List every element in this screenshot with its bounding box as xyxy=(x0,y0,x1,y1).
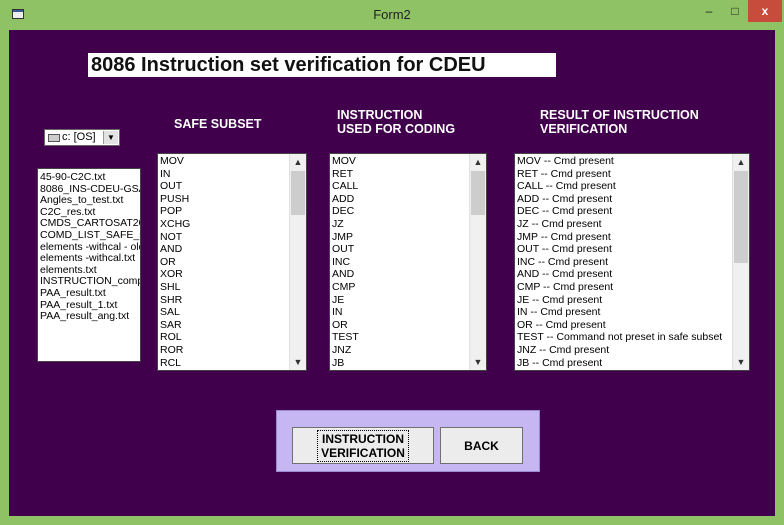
list-item[interactable]: SAR xyxy=(160,319,306,332)
list-item[interactable]: JZ -- Cmd present xyxy=(517,218,749,231)
list-item[interactable]: SHL xyxy=(160,281,306,294)
title-bar: Form2 – □ x xyxy=(0,0,784,30)
list-item[interactable]: OR -- Cmd present xyxy=(517,319,749,332)
scroll-up-icon[interactable]: ▲ xyxy=(290,154,306,170)
list-item[interactable]: NOT xyxy=(160,231,306,244)
list-item[interactable]: DEC -- Cmd present xyxy=(517,205,749,218)
list-item[interactable]: CALL xyxy=(332,180,486,193)
verification-result-list[interactable]: MOV -- Cmd present RET -- Cmd present CALL… xyxy=(514,153,750,371)
instruction-verification-button[interactable]: INSTRUCTION VERIFICATION xyxy=(292,427,434,464)
list-item[interactable]: TEST xyxy=(332,331,486,344)
file-list-box[interactable]: 45-90-C2C.txt 8086_INS-CDEU-GSA Angles_to_… xyxy=(37,168,141,362)
scroll-thumb[interactable] xyxy=(471,171,485,215)
scrollbar[interactable]: ▲ ▼ xyxy=(469,154,486,370)
list-item[interactable]: POP xyxy=(160,205,306,218)
list-item[interactable]: JMP xyxy=(332,231,486,244)
list-item[interactable]: ADD xyxy=(332,193,486,206)
list-item[interactable]: DEC xyxy=(332,205,486,218)
minimize-button[interactable]: – xyxy=(696,0,722,22)
list-item[interactable]: ADD -- Cmd present xyxy=(517,193,749,206)
list-item[interactable]: PUSH xyxy=(160,193,306,206)
list-item[interactable]: INC xyxy=(332,256,486,269)
list-item[interactable]: JE xyxy=(332,294,486,307)
list-item[interactable]: SHR xyxy=(160,294,306,307)
list-item[interactable]: CALL -- Cmd present xyxy=(517,180,749,193)
drive-icon xyxy=(48,134,60,142)
list-item[interactable]: PAA_result.txt xyxy=(40,287,140,300)
list-item[interactable]: elements -withcal.txt xyxy=(40,253,140,265)
verification-result-items: MOV -- Cmd present RET -- Cmd present CALL… xyxy=(515,154,749,369)
scroll-thumb[interactable] xyxy=(291,171,305,215)
scroll-thumb[interactable] xyxy=(734,171,748,263)
used-for-coding-items: MOV RET CALL ADD DEC JZ JMP OUT INC AND CMP JE IN OR T… xyxy=(330,154,486,369)
list-item[interactable]: XOR xyxy=(160,268,306,281)
list-item[interactable]: MOV -- Cmd present xyxy=(517,155,749,168)
list-item[interactable]: JE -- Cmd present xyxy=(517,294,749,307)
list-item[interactable]: RCL xyxy=(160,357,306,370)
list-item[interactable]: IN xyxy=(332,306,486,319)
file-list: 45-90-C2C.txt 8086_INS-CDEU-GSA Angles_to_… xyxy=(38,169,140,323)
scroll-down-icon[interactable]: ▼ xyxy=(290,354,306,370)
scroll-down-icon[interactable]: ▼ xyxy=(470,354,486,370)
list-item[interactable]: ROR xyxy=(160,344,306,357)
safe-subset-list[interactable]: MOV IN OUT PUSH POP XCHG NOT AND OR XOR SHL SHR SAL S… xyxy=(157,153,307,371)
drive-value: c: [OS] xyxy=(62,131,96,143)
scrollbar[interactable]: ▲ ▼ xyxy=(732,154,749,370)
maximize-button[interactable]: □ xyxy=(722,0,748,22)
scroll-up-icon[interactable]: ▲ xyxy=(470,154,486,170)
list-item[interactable]: AND -- Cmd present xyxy=(517,268,749,281)
list-item[interactable]: JB xyxy=(332,357,486,370)
scroll-down-icon[interactable]: ▼ xyxy=(733,354,749,370)
list-item[interactable]: COMD_LIST_SAFE_s xyxy=(40,229,140,242)
result-label: RESULT OF INSTRUCTION VERIFICATION xyxy=(540,108,699,136)
list-item[interactable]: INC -- Cmd present xyxy=(517,256,749,269)
list-item[interactable]: JNZ -- Cmd present xyxy=(517,344,749,357)
list-item[interactable]: ROL xyxy=(160,331,306,344)
safe-subset-label: SAFE SUBSET xyxy=(174,117,262,131)
page-heading: 8086 Instruction set verification for CD… xyxy=(88,53,556,77)
window-title: Form2 xyxy=(373,7,411,22)
list-item[interactable]: PAA_result_ang.txt xyxy=(40,311,140,323)
used-for-coding-list[interactable]: MOV RET CALL ADD DEC JZ JMP OUT INC AND CMP JE IN OR T… xyxy=(329,153,487,371)
list-item[interactable]: OUT xyxy=(160,180,306,193)
list-item[interactable]: RET xyxy=(332,168,486,181)
scroll-up-icon[interactable]: ▲ xyxy=(733,154,749,170)
list-item[interactable]: OUT xyxy=(332,243,486,256)
close-button[interactable]: x xyxy=(748,0,782,22)
list-item[interactable]: AND xyxy=(332,268,486,281)
list-item[interactable]: 45-90-C2C.txt xyxy=(40,171,140,184)
list-item[interactable]: IN -- Cmd present xyxy=(517,306,749,319)
list-item[interactable]: AND xyxy=(160,243,306,256)
list-item[interactable]: XCHG xyxy=(160,218,306,231)
list-item[interactable]: SAL xyxy=(160,306,306,319)
list-item[interactable]: MOV xyxy=(332,155,486,168)
safe-subset-items: MOV IN OUT PUSH POP XCHG NOT AND OR XOR SHL SHR SAL S… xyxy=(158,154,306,369)
instruction-verification-label: INSTRUCTION VERIFICATION xyxy=(317,429,409,462)
list-item[interactable]: OUT -- Cmd present xyxy=(517,243,749,256)
list-item[interactable]: OR xyxy=(332,319,486,332)
list-item[interactable]: CMP -- Cmd present xyxy=(517,281,749,294)
chevron-down-icon[interactable]: ▼ xyxy=(103,131,118,144)
list-item[interactable]: RET -- Cmd present xyxy=(517,168,749,181)
list-item[interactable]: JNZ xyxy=(332,344,486,357)
drive-select[interactable]: c: [OS] ▼ xyxy=(44,129,120,146)
list-item[interactable]: JB -- Cmd present xyxy=(517,357,749,370)
instruction-used-label: INSTRUCTION USED FOR CODING xyxy=(337,108,456,136)
list-item[interactable]: CMP xyxy=(332,281,486,294)
list-item[interactable]: JZ xyxy=(332,218,486,231)
list-item[interactable]: OR xyxy=(160,256,306,269)
list-item[interactable]: TEST -- Command not preset in safe subse… xyxy=(517,331,749,344)
list-item[interactable]: IN xyxy=(160,168,306,181)
scrollbar[interactable]: ▲ ▼ xyxy=(289,154,306,370)
back-button[interactable]: BACK xyxy=(440,427,523,464)
list-item[interactable]: JMP -- Cmd present xyxy=(517,231,749,244)
list-item[interactable]: MOV xyxy=(160,155,306,168)
